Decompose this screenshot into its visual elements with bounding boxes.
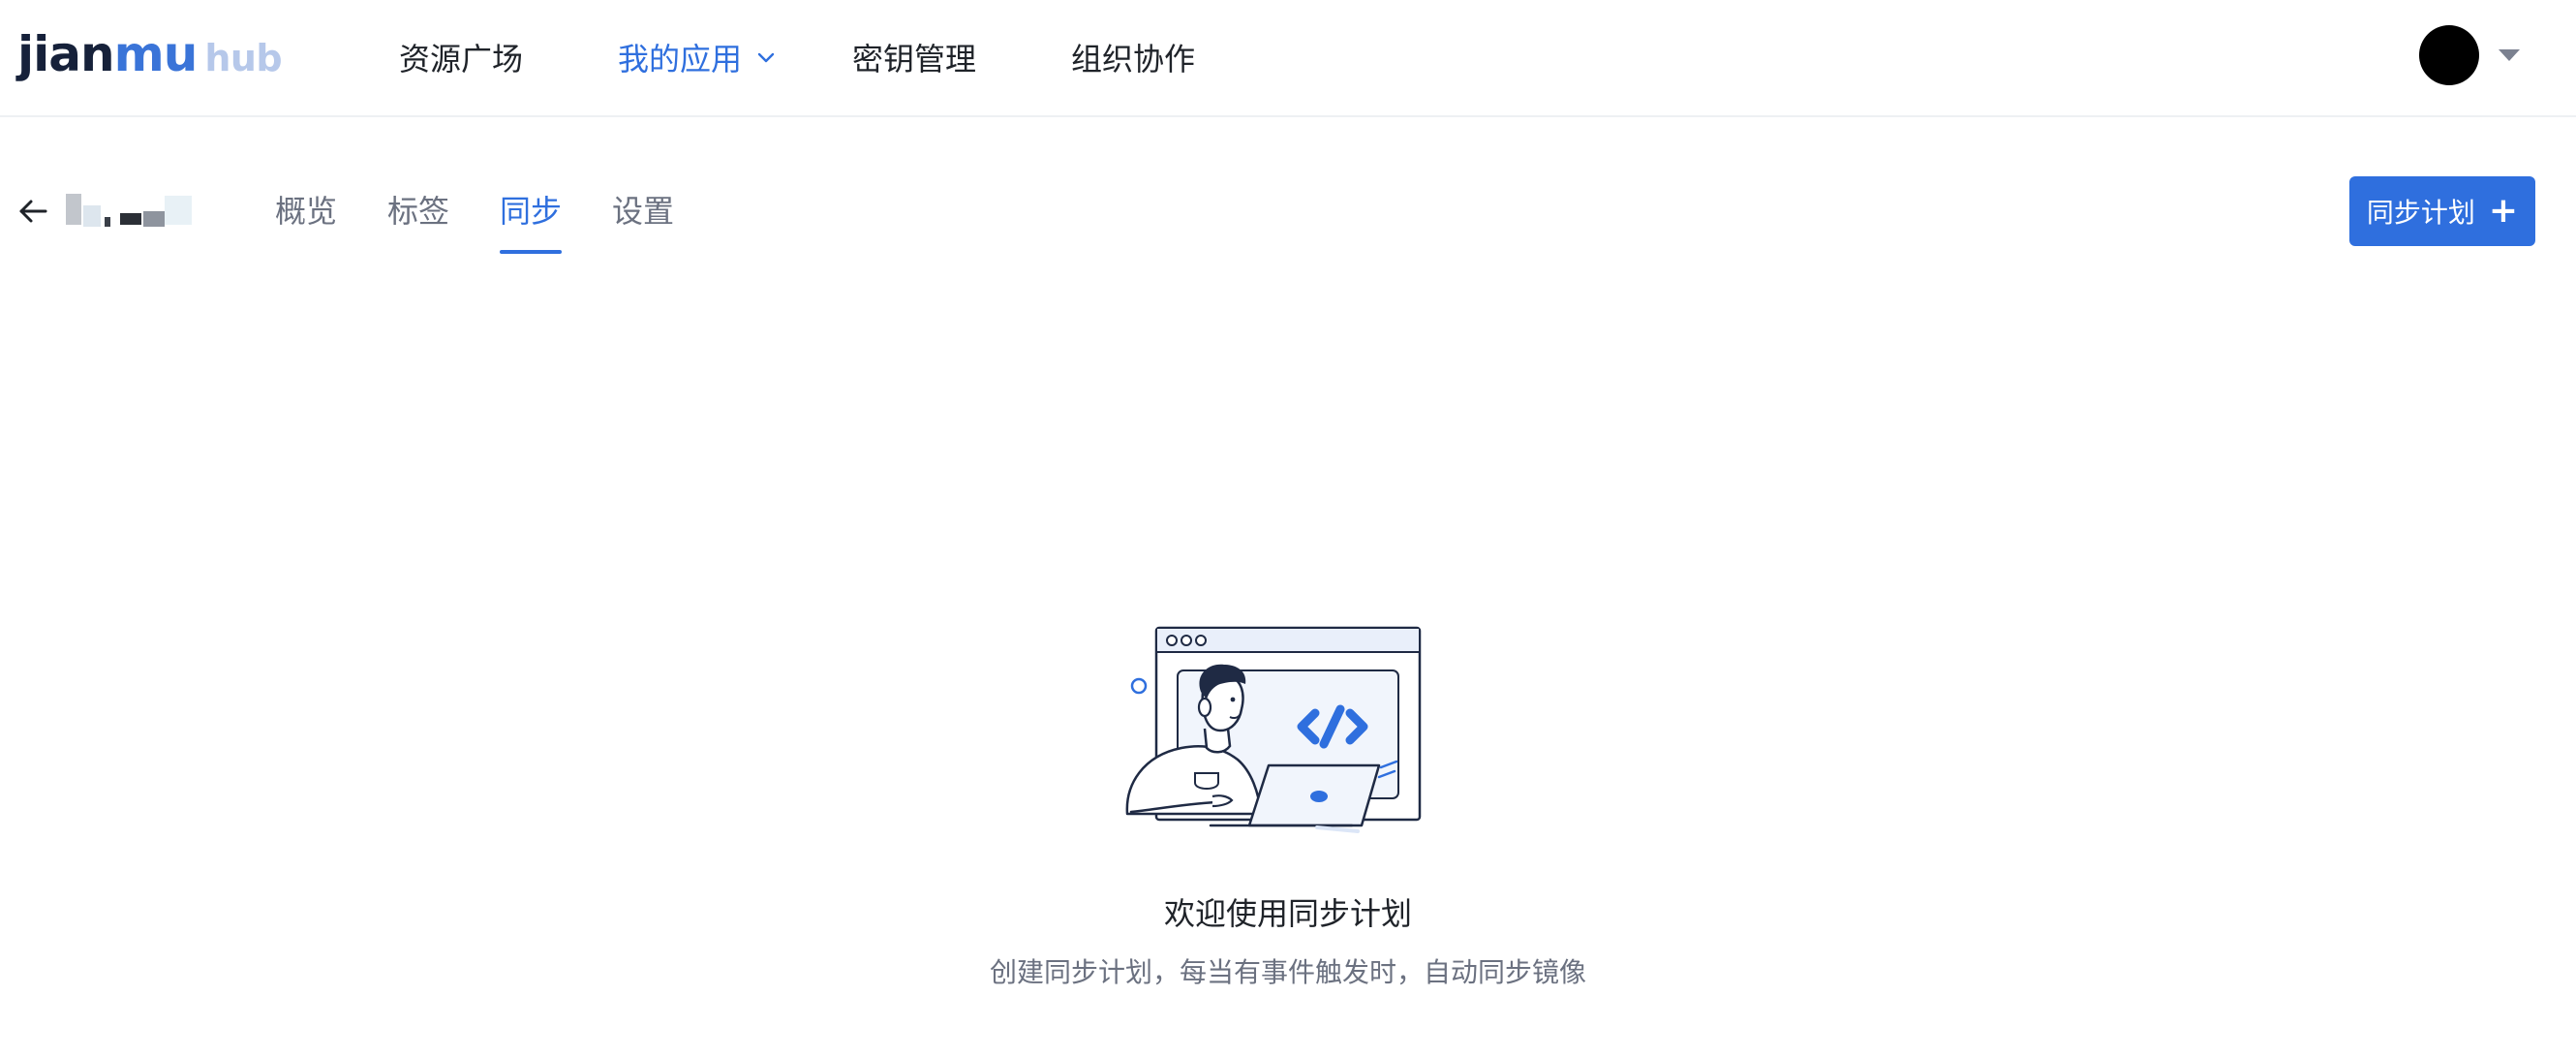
- nav-my-apps[interactable]: 我的应用: [618, 35, 777, 79]
- plus-icon: +: [2488, 191, 2519, 231]
- user-menu[interactable]: [2419, 25, 2520, 85]
- caret-down-icon[interactable]: [2499, 49, 2520, 61]
- top-navbar: jianmu hub 资源广场 我的应用 密钥管理 组织协作: [0, 0, 2576, 117]
- nav-org-collab[interactable]: 组织协作: [1071, 35, 1195, 79]
- avatar[interactable]: [2419, 25, 2479, 85]
- tab-settings[interactable]: 设置: [612, 182, 674, 248]
- empty-state-illustration: [1125, 626, 1422, 833]
- app-name-blurred: [62, 192, 198, 231]
- back-arrow-icon[interactable]: [15, 194, 50, 229]
- nav-label: 密钥管理: [852, 41, 977, 78]
- main-nav: 资源广场 我的应用 密钥管理 组织协作: [399, 0, 1290, 114]
- nav-label: 组织协作: [1071, 41, 1196, 78]
- logo-hub-text: hub: [204, 37, 283, 79]
- jianmu-hub-logo[interactable]: jianmu hub: [17, 25, 283, 83]
- button-label: 同步计划: [2366, 197, 2475, 229]
- nav-key-management[interactable]: 密钥管理: [852, 35, 976, 79]
- empty-state-title: 欢迎使用同步计划: [1163, 895, 1412, 932]
- logo-wordmark: jianmu: [17, 26, 198, 82]
- add-sync-plan-button[interactable]: 同步计划 +: [2349, 176, 2535, 246]
- nav-label: 资源广场: [399, 41, 524, 78]
- nav-resource-plaza[interactable]: 资源广场: [399, 35, 523, 79]
- chevron-down-icon: [757, 52, 775, 63]
- app-tabs: 概览 标签 同步 设置: [275, 182, 724, 254]
- empty-state-description: 创建同步计划，每当有事件触发时，自动同步镜像: [989, 956, 1586, 988]
- nav-label: 我的应用: [618, 41, 743, 78]
- tab-tags[interactable]: 标签: [387, 182, 449, 248]
- tab-sync[interactable]: 同步: [500, 182, 563, 254]
- tab-overview[interactable]: 概览: [275, 182, 337, 248]
